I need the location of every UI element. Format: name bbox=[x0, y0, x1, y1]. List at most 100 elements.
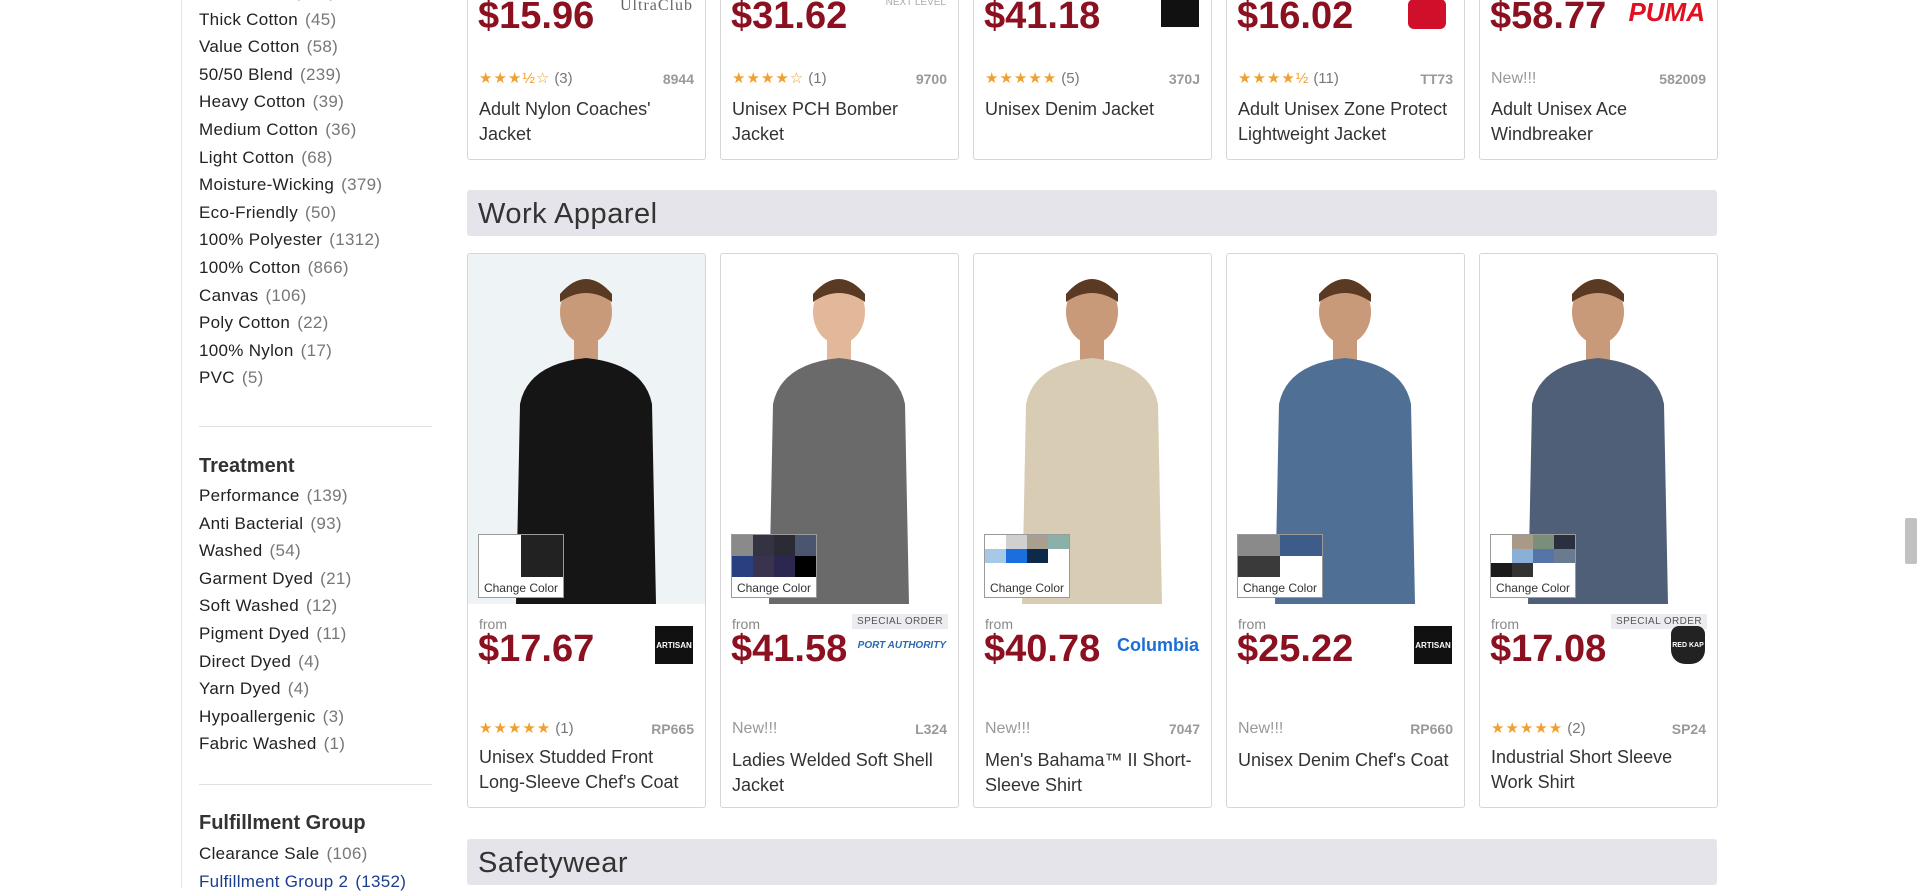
filter-option[interactable]: Heavy Cotton (39) bbox=[199, 92, 344, 112]
color-chip[interactable] bbox=[1280, 556, 1322, 577]
color-chip[interactable] bbox=[1048, 535, 1069, 549]
page-scrollbar-thumb[interactable] bbox=[1905, 518, 1917, 564]
filter-option[interactable]: Washed (54) bbox=[199, 541, 301, 561]
color-chip[interactable] bbox=[753, 535, 774, 556]
sidebar-divider bbox=[199, 426, 432, 427]
product-name[interactable]: Men's Bahama™ II Short-Sleeve Shirt bbox=[985, 748, 1203, 798]
color-chip[interactable] bbox=[1006, 535, 1027, 549]
color-chip[interactable] bbox=[732, 556, 753, 577]
color-chip[interactable] bbox=[985, 563, 1006, 577]
product-card[interactable]: Change Color SPECIAL ORDER from $41.58 PORT … bbox=[720, 253, 959, 808]
filter-option[interactable]: 50/50 Blend (239) bbox=[199, 65, 341, 85]
product-name[interactable]: Unisex PCH Bomber Jacket bbox=[732, 97, 950, 147]
color-chip[interactable] bbox=[753, 556, 774, 577]
filter-option[interactable]: Performance (139) bbox=[199, 486, 348, 506]
filter-option[interactable]: PVC (5) bbox=[199, 368, 264, 388]
filter-option[interactable]: Fulfillment Group 2 (1352) bbox=[199, 872, 406, 892]
filter-label: Moisture-Wicking bbox=[199, 175, 335, 195]
color-chip[interactable] bbox=[774, 535, 795, 556]
color-chip[interactable] bbox=[1006, 549, 1027, 563]
product-name[interactable]: Adult Unisex Zone Protect Lightweight Ja… bbox=[1238, 97, 1456, 147]
color-chip[interactable] bbox=[1027, 549, 1048, 563]
filter-count: (12) bbox=[306, 596, 338, 616]
filter-option[interactable]: 100% Nylon (17) bbox=[199, 341, 332, 361]
product-card[interactable]: Change Color from $25.22 ARTISAN New!!! RP660… bbox=[1226, 253, 1465, 808]
color-chip[interactable] bbox=[1238, 535, 1280, 556]
rating-count: (1) bbox=[808, 70, 827, 87]
filter-option[interactable]: Direct Dyed (4) bbox=[199, 652, 320, 672]
color-chip[interactable] bbox=[1280, 535, 1322, 556]
filter-option[interactable]: 100% Cotton (866) bbox=[199, 258, 349, 278]
filter-option[interactable]: Eco-Friendly (50) bbox=[199, 203, 336, 223]
filter-option[interactable]: Canvas (106) bbox=[199, 286, 307, 306]
product-card[interactable]: Change Color from $17.67 ARTISAN ★★★★★ (1) RP6… bbox=[467, 253, 706, 808]
filter-option[interactable]: 100% Polyester (1312) bbox=[199, 230, 380, 250]
filter-option[interactable]: Pigment Dyed (11) bbox=[199, 624, 347, 644]
product-name[interactable]: Industrial Short Sleeve Work Shirt bbox=[1491, 745, 1709, 795]
change-color-swatch[interactable]: Change Color bbox=[731, 534, 817, 598]
filter-option[interactable]: Fabric Washed (1) bbox=[199, 734, 345, 754]
color-chip[interactable] bbox=[732, 535, 753, 556]
fulfillment-heading: Fulfillment Group bbox=[199, 812, 366, 834]
filter-option[interactable]: Soft Washed (12) bbox=[199, 596, 337, 616]
color-chip[interactable] bbox=[479, 535, 521, 577]
color-chip[interactable] bbox=[1533, 563, 1554, 577]
filter-option[interactable]: Thick Cotton (45) bbox=[199, 10, 336, 30]
filter-option[interactable]: Medium Cotton (36) bbox=[199, 120, 357, 140]
color-chip[interactable] bbox=[985, 549, 1006, 563]
color-chip[interactable] bbox=[1512, 535, 1533, 549]
product-card[interactable]: $16.02 ★★★★½ (11) TT73 Adult Unisex Zone Pro… bbox=[1226, 0, 1465, 160]
filter-option[interactable]: Value Cotton (58) bbox=[199, 37, 338, 57]
color-chip[interactable] bbox=[1554, 563, 1575, 577]
change-color-swatch[interactable]: Change Color bbox=[984, 534, 1070, 598]
rating-count: (11) bbox=[1313, 70, 1339, 87]
product-card[interactable]: Change Color SPECIAL ORDER from $17.08 RED K… bbox=[1479, 253, 1718, 808]
color-chip[interactable] bbox=[1491, 535, 1512, 549]
color-chip[interactable] bbox=[1027, 535, 1048, 549]
product-name[interactable]: Unisex Denim Jacket bbox=[985, 97, 1203, 122]
color-chip[interactable] bbox=[1554, 549, 1575, 563]
filter-count: (4) bbox=[287, 679, 310, 699]
stars-icon: ★★★★☆ bbox=[732, 70, 805, 87]
product-name[interactable]: Adult Nylon Coaches' Jacket bbox=[479, 97, 697, 147]
product-card[interactable]: $31.62 NEXT LEVEL ★★★★☆ (1) 9700 Unisex PCH B… bbox=[720, 0, 959, 160]
filter-option[interactable]: Moisture-Wicking (379) bbox=[199, 175, 382, 195]
product-card[interactable]: $15.96 UltraClub ★★★½☆ (3) 8944 Adult Nylon C… bbox=[467, 0, 706, 160]
product-card[interactable]: $41.18 ★★★★★ (5) 370J Unisex Denim Jacket bbox=[973, 0, 1212, 160]
color-chip[interactable] bbox=[1512, 549, 1533, 563]
color-chip[interactable] bbox=[521, 535, 563, 577]
color-chip[interactable] bbox=[1512, 563, 1533, 577]
color-chip[interactable] bbox=[985, 535, 1006, 549]
color-chip[interactable] bbox=[1533, 535, 1554, 549]
color-chip[interactable] bbox=[774, 556, 795, 577]
filter-option[interactable]: Hypoallergenic (3) bbox=[199, 707, 344, 727]
color-chip[interactable] bbox=[795, 535, 816, 556]
stars-icon: ★★★★½ bbox=[1238, 70, 1310, 87]
color-chip[interactable] bbox=[1238, 556, 1280, 577]
filter-option[interactable]: Garment Dyed (21) bbox=[199, 569, 352, 589]
filter-option[interactable]: Soft Cotton (285) bbox=[199, 0, 336, 2]
color-chip[interactable] bbox=[1491, 563, 1512, 577]
stars-icon: ★★★★★ bbox=[1491, 720, 1564, 737]
product-name[interactable]: Adult Unisex Ace Windbreaker bbox=[1491, 97, 1709, 147]
change-color-swatch[interactable]: Change Color bbox=[1237, 534, 1323, 598]
brand-logo: PUMA bbox=[1628, 0, 1705, 28]
filter-option[interactable]: Poly Cotton (22) bbox=[199, 313, 329, 333]
change-color-swatch[interactable]: Change Color bbox=[1490, 534, 1576, 598]
filter-option[interactable]: Clearance Sale (106) bbox=[199, 844, 368, 864]
color-chip[interactable] bbox=[1554, 535, 1575, 549]
color-chip[interactable] bbox=[1048, 549, 1069, 563]
filter-option[interactable]: Light Cotton (68) bbox=[199, 148, 333, 168]
product-card[interactable]: $58.77 PUMA New!!! 582009 Adult Unisex Ace W… bbox=[1479, 0, 1718, 160]
color-chip[interactable] bbox=[795, 556, 816, 577]
color-chip[interactable] bbox=[1533, 549, 1554, 563]
filter-option[interactable]: Yarn Dyed (4) bbox=[199, 679, 309, 699]
product-name[interactable]: Unisex Denim Chef's Coat bbox=[1238, 748, 1456, 773]
change-color-swatch[interactable]: Change Color bbox=[478, 534, 564, 598]
product-name[interactable]: Unisex Studded Front Long-Sleeve Chef's … bbox=[479, 745, 697, 795]
filter-count: (50) bbox=[305, 202, 337, 222]
color-chip[interactable] bbox=[1491, 549, 1512, 563]
product-card[interactable]: Change Color from $40.78 Columbia New!!! 7047… bbox=[973, 253, 1212, 808]
filter-option[interactable]: Anti Bacterial (93) bbox=[199, 514, 342, 534]
product-name[interactable]: Ladies Welded Soft Shell Jacket bbox=[732, 748, 950, 798]
